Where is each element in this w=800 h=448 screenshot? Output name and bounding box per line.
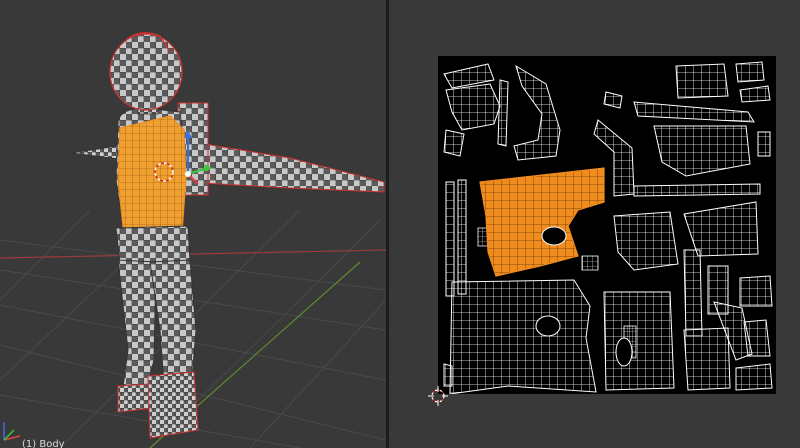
x-axis-line xyxy=(0,249,386,259)
uv-island xyxy=(443,363,453,387)
uv-island xyxy=(633,101,755,123)
3d-viewport[interactable]: (1) Body xyxy=(0,0,386,448)
axis-gizmo-icon xyxy=(3,422,21,441)
uv-island xyxy=(497,79,509,147)
uv-island xyxy=(739,275,773,307)
character-mesh[interactable] xyxy=(71,32,385,439)
uv-island xyxy=(613,211,679,271)
uv-islands[interactable] xyxy=(438,56,776,394)
uv-island xyxy=(675,63,729,99)
object-name-label: (1) Body xyxy=(22,439,65,448)
uv-island xyxy=(743,319,771,357)
uv-island xyxy=(739,85,771,103)
uv-island xyxy=(457,179,467,295)
uv-island xyxy=(445,181,455,297)
uv-island xyxy=(449,279,597,394)
uv-island xyxy=(683,327,731,391)
uv-island xyxy=(735,363,773,391)
uv-texture-area[interactable] xyxy=(438,56,776,394)
uv-island xyxy=(445,83,501,131)
uv-island xyxy=(633,183,761,197)
uv-island xyxy=(683,249,703,337)
2d-cursor-icon xyxy=(428,386,448,406)
uv-island xyxy=(603,91,623,109)
uv-island xyxy=(603,291,675,391)
uv-island-small xyxy=(581,255,599,271)
uv-island xyxy=(735,61,765,83)
viewport-canvas[interactable] xyxy=(0,0,386,448)
uv-island xyxy=(653,125,751,177)
uv-island xyxy=(513,64,561,161)
uv-island xyxy=(757,131,771,157)
uv-island xyxy=(443,129,465,157)
uv-island xyxy=(683,201,759,257)
